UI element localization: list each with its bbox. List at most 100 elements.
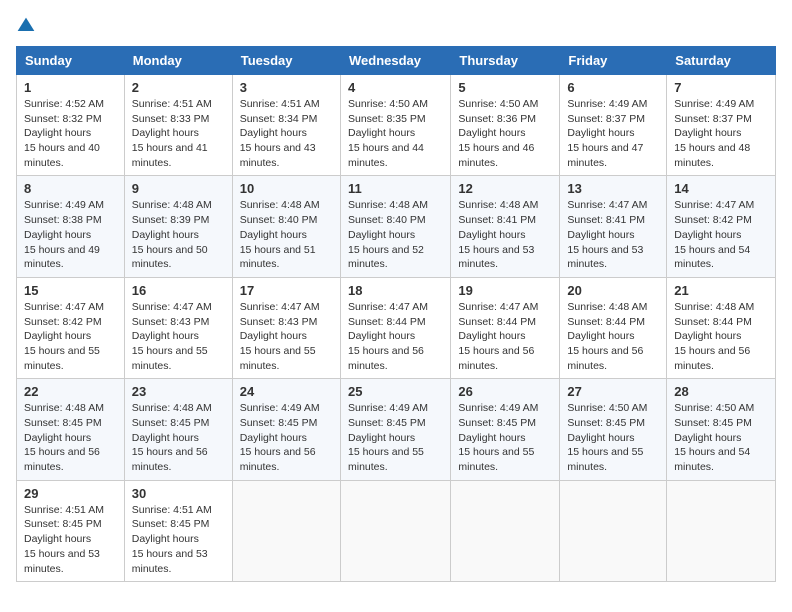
calendar-cell: 27 Sunrise: 4:50 AMSunset: 8:45 PMDaylig… bbox=[560, 379, 667, 480]
calendar-cell bbox=[667, 480, 776, 581]
calendar-cell bbox=[560, 480, 667, 581]
cell-text: Sunrise: 4:50 AMSunset: 8:36 PMDaylight … bbox=[458, 98, 538, 169]
day-number: 13 bbox=[567, 181, 659, 196]
calendar-week-row: 8 Sunrise: 4:49 AMSunset: 8:38 PMDayligh… bbox=[17, 176, 776, 277]
day-number: 27 bbox=[567, 384, 659, 399]
day-number: 22 bbox=[24, 384, 117, 399]
logo bbox=[16, 16, 40, 36]
calendar-cell: 25 Sunrise: 4:49 AMSunset: 8:45 PMDaylig… bbox=[340, 379, 450, 480]
day-number: 10 bbox=[240, 181, 333, 196]
day-number: 24 bbox=[240, 384, 333, 399]
day-number: 19 bbox=[458, 283, 552, 298]
calendar-week-row: 15 Sunrise: 4:47 AMSunset: 8:42 PMDaylig… bbox=[17, 277, 776, 378]
day-number: 7 bbox=[674, 80, 768, 95]
cell-text: Sunrise: 4:48 AMSunset: 8:44 PMDaylight … bbox=[674, 301, 754, 372]
calendar-cell: 10 Sunrise: 4:48 AMSunset: 8:40 PMDaylig… bbox=[232, 176, 340, 277]
calendar-cell: 28 Sunrise: 4:50 AMSunset: 8:45 PMDaylig… bbox=[667, 379, 776, 480]
calendar-cell: 3 Sunrise: 4:51 AMSunset: 8:34 PMDayligh… bbox=[232, 75, 340, 176]
day-number: 17 bbox=[240, 283, 333, 298]
weekday-header: Saturday bbox=[667, 47, 776, 75]
day-number: 11 bbox=[348, 181, 443, 196]
cell-text: Sunrise: 4:51 AMSunset: 8:34 PMDaylight … bbox=[240, 98, 320, 169]
calendar-cell: 13 Sunrise: 4:47 AMSunset: 8:41 PMDaylig… bbox=[560, 176, 667, 277]
calendar-cell: 6 Sunrise: 4:49 AMSunset: 8:37 PMDayligh… bbox=[560, 75, 667, 176]
weekday-header-row: SundayMondayTuesdayWednesdayThursdayFrid… bbox=[17, 47, 776, 75]
calendar-cell: 9 Sunrise: 4:48 AMSunset: 8:39 PMDayligh… bbox=[124, 176, 232, 277]
day-number: 29 bbox=[24, 486, 117, 501]
calendar-cell bbox=[232, 480, 340, 581]
weekday-header: Tuesday bbox=[232, 47, 340, 75]
cell-text: Sunrise: 4:48 AMSunset: 8:45 PMDaylight … bbox=[24, 402, 104, 473]
calendar-cell: 15 Sunrise: 4:47 AMSunset: 8:42 PMDaylig… bbox=[17, 277, 125, 378]
calendar-week-row: 1 Sunrise: 4:52 AMSunset: 8:32 PMDayligh… bbox=[17, 75, 776, 176]
page-header bbox=[16, 16, 776, 36]
cell-text: Sunrise: 4:51 AMSunset: 8:33 PMDaylight … bbox=[132, 98, 212, 169]
calendar-cell: 29 Sunrise: 4:51 AMSunset: 8:45 PMDaylig… bbox=[17, 480, 125, 581]
calendar-cell: 17 Sunrise: 4:47 AMSunset: 8:43 PMDaylig… bbox=[232, 277, 340, 378]
calendar-cell: 14 Sunrise: 4:47 AMSunset: 8:42 PMDaylig… bbox=[667, 176, 776, 277]
calendar-cell: 24 Sunrise: 4:49 AMSunset: 8:45 PMDaylig… bbox=[232, 379, 340, 480]
calendar-cell: 7 Sunrise: 4:49 AMSunset: 8:37 PMDayligh… bbox=[667, 75, 776, 176]
day-number: 18 bbox=[348, 283, 443, 298]
day-number: 4 bbox=[348, 80, 443, 95]
cell-text: Sunrise: 4:49 AMSunset: 8:45 PMDaylight … bbox=[240, 402, 320, 473]
calendar-cell: 11 Sunrise: 4:48 AMSunset: 8:40 PMDaylig… bbox=[340, 176, 450, 277]
cell-text: Sunrise: 4:49 AMSunset: 8:45 PMDaylight … bbox=[458, 402, 538, 473]
weekday-header: Sunday bbox=[17, 47, 125, 75]
calendar-cell: 26 Sunrise: 4:49 AMSunset: 8:45 PMDaylig… bbox=[451, 379, 560, 480]
day-number: 20 bbox=[567, 283, 659, 298]
day-number: 28 bbox=[674, 384, 768, 399]
day-number: 2 bbox=[132, 80, 225, 95]
cell-text: Sunrise: 4:48 AMSunset: 8:41 PMDaylight … bbox=[458, 199, 538, 270]
cell-text: Sunrise: 4:51 AMSunset: 8:45 PMDaylight … bbox=[132, 504, 212, 575]
day-number: 26 bbox=[458, 384, 552, 399]
cell-text: Sunrise: 4:47 AMSunset: 8:42 PMDaylight … bbox=[674, 199, 754, 270]
calendar-cell: 20 Sunrise: 4:48 AMSunset: 8:44 PMDaylig… bbox=[560, 277, 667, 378]
day-number: 6 bbox=[567, 80, 659, 95]
weekday-header: Friday bbox=[560, 47, 667, 75]
calendar-cell: 30 Sunrise: 4:51 AMSunset: 8:45 PMDaylig… bbox=[124, 480, 232, 581]
cell-text: Sunrise: 4:47 AMSunset: 8:44 PMDaylight … bbox=[348, 301, 428, 372]
calendar-cell: 8 Sunrise: 4:49 AMSunset: 8:38 PMDayligh… bbox=[17, 176, 125, 277]
day-number: 14 bbox=[674, 181, 768, 196]
cell-text: Sunrise: 4:50 AMSunset: 8:45 PMDaylight … bbox=[674, 402, 754, 473]
cell-text: Sunrise: 4:49 AMSunset: 8:37 PMDaylight … bbox=[567, 98, 647, 169]
day-number: 21 bbox=[674, 283, 768, 298]
cell-text: Sunrise: 4:47 AMSunset: 8:43 PMDaylight … bbox=[240, 301, 320, 372]
weekday-header: Thursday bbox=[451, 47, 560, 75]
cell-text: Sunrise: 4:50 AMSunset: 8:35 PMDaylight … bbox=[348, 98, 428, 169]
calendar-cell: 5 Sunrise: 4:50 AMSunset: 8:36 PMDayligh… bbox=[451, 75, 560, 176]
calendar-cell: 12 Sunrise: 4:48 AMSunset: 8:41 PMDaylig… bbox=[451, 176, 560, 277]
cell-text: Sunrise: 4:51 AMSunset: 8:45 PMDaylight … bbox=[24, 504, 104, 575]
day-number: 25 bbox=[348, 384, 443, 399]
weekday-header: Wednesday bbox=[340, 47, 450, 75]
day-number: 23 bbox=[132, 384, 225, 399]
calendar-week-row: 29 Sunrise: 4:51 AMSunset: 8:45 PMDaylig… bbox=[17, 480, 776, 581]
calendar-cell: 4 Sunrise: 4:50 AMSunset: 8:35 PMDayligh… bbox=[340, 75, 450, 176]
cell-text: Sunrise: 4:47 AMSunset: 8:41 PMDaylight … bbox=[567, 199, 647, 270]
cell-text: Sunrise: 4:48 AMSunset: 8:40 PMDaylight … bbox=[348, 199, 428, 270]
calendar-week-row: 22 Sunrise: 4:48 AMSunset: 8:45 PMDaylig… bbox=[17, 379, 776, 480]
calendar-cell: 21 Sunrise: 4:48 AMSunset: 8:44 PMDaylig… bbox=[667, 277, 776, 378]
cell-text: Sunrise: 4:48 AMSunset: 8:45 PMDaylight … bbox=[132, 402, 212, 473]
calendar-cell: 19 Sunrise: 4:47 AMSunset: 8:44 PMDaylig… bbox=[451, 277, 560, 378]
day-number: 5 bbox=[458, 80, 552, 95]
calendar-cell bbox=[340, 480, 450, 581]
calendar-cell bbox=[451, 480, 560, 581]
cell-text: Sunrise: 4:47 AMSunset: 8:42 PMDaylight … bbox=[24, 301, 104, 372]
cell-text: Sunrise: 4:48 AMSunset: 8:44 PMDaylight … bbox=[567, 301, 647, 372]
day-number: 15 bbox=[24, 283, 117, 298]
calendar-cell: 23 Sunrise: 4:48 AMSunset: 8:45 PMDaylig… bbox=[124, 379, 232, 480]
weekday-header: Monday bbox=[124, 47, 232, 75]
day-number: 16 bbox=[132, 283, 225, 298]
day-number: 12 bbox=[458, 181, 552, 196]
calendar-table: SundayMondayTuesdayWednesdayThursdayFrid… bbox=[16, 46, 776, 582]
calendar-cell: 1 Sunrise: 4:52 AMSunset: 8:32 PMDayligh… bbox=[17, 75, 125, 176]
cell-text: Sunrise: 4:50 AMSunset: 8:45 PMDaylight … bbox=[567, 402, 647, 473]
day-number: 3 bbox=[240, 80, 333, 95]
cell-text: Sunrise: 4:49 AMSunset: 8:37 PMDaylight … bbox=[674, 98, 754, 169]
calendar-cell: 2 Sunrise: 4:51 AMSunset: 8:33 PMDayligh… bbox=[124, 75, 232, 176]
cell-text: Sunrise: 4:47 AMSunset: 8:43 PMDaylight … bbox=[132, 301, 212, 372]
cell-text: Sunrise: 4:48 AMSunset: 8:40 PMDaylight … bbox=[240, 199, 320, 270]
cell-text: Sunrise: 4:52 AMSunset: 8:32 PMDaylight … bbox=[24, 98, 104, 169]
